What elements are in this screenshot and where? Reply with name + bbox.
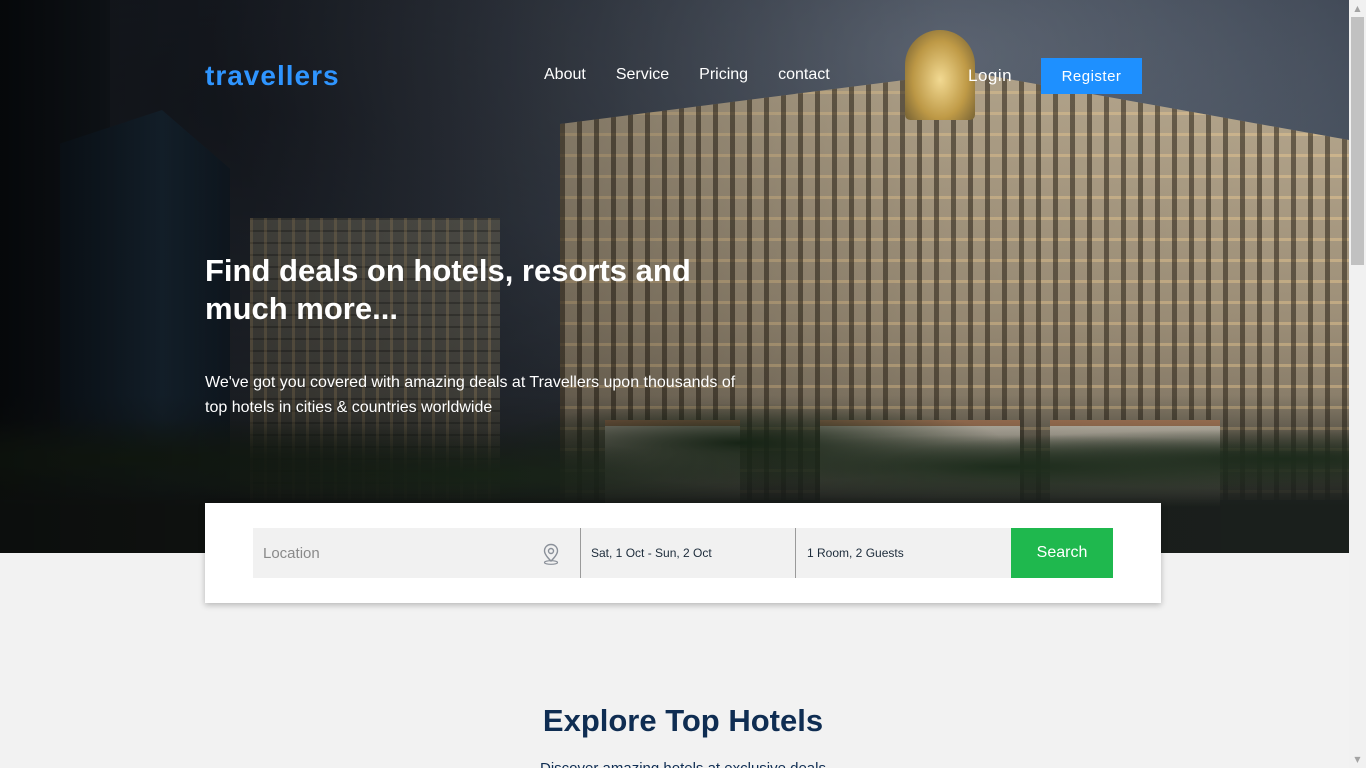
scrollbar-thumb[interactable]: [1351, 17, 1364, 265]
login-link[interactable]: Login: [968, 66, 1012, 86]
location-field: [253, 528, 581, 578]
nav-service[interactable]: Service: [616, 66, 669, 84]
hero-subtext: We've got you covered with amazing deals…: [205, 374, 736, 416]
guests-field[interactable]: 1 Room, 2 Guests: [796, 528, 1011, 578]
nav-pricing[interactable]: Pricing: [699, 66, 748, 84]
scroll-up-icon[interactable]: ▲: [1349, 0, 1366, 17]
main-nav: About Service Pricing contact: [544, 66, 830, 84]
nav-about[interactable]: About: [544, 66, 586, 84]
register-button[interactable]: Register: [1041, 58, 1142, 94]
hero-headline: Find deals on hotels, resorts and much m…: [205, 253, 691, 326]
map-pin-icon: [543, 543, 559, 565]
explore-subtitle: Discover amazing hotels at exclusive dea…: [0, 760, 1366, 768]
scroll-down-icon[interactable]: ▼: [1349, 751, 1366, 768]
site-logo[interactable]: travellers: [205, 60, 340, 92]
search-button[interactable]: Search: [1011, 528, 1113, 578]
date-range-field[interactable]: Sat, 1 Oct - Sun, 2 Oct: [581, 528, 796, 578]
nav-contact[interactable]: contact: [778, 66, 830, 84]
location-input[interactable]: [253, 528, 580, 578]
page-scrollbar[interactable]: ▲ ▼: [1349, 0, 1366, 768]
search-card: Sat, 1 Oct - Sun, 2 Oct 1 Room, 2 Guests…: [205, 503, 1161, 603]
search-bar: Sat, 1 Oct - Sun, 2 Oct 1 Room, 2 Guests…: [253, 528, 1113, 578]
explore-title: Explore Top Hotels: [542, 703, 824, 738]
